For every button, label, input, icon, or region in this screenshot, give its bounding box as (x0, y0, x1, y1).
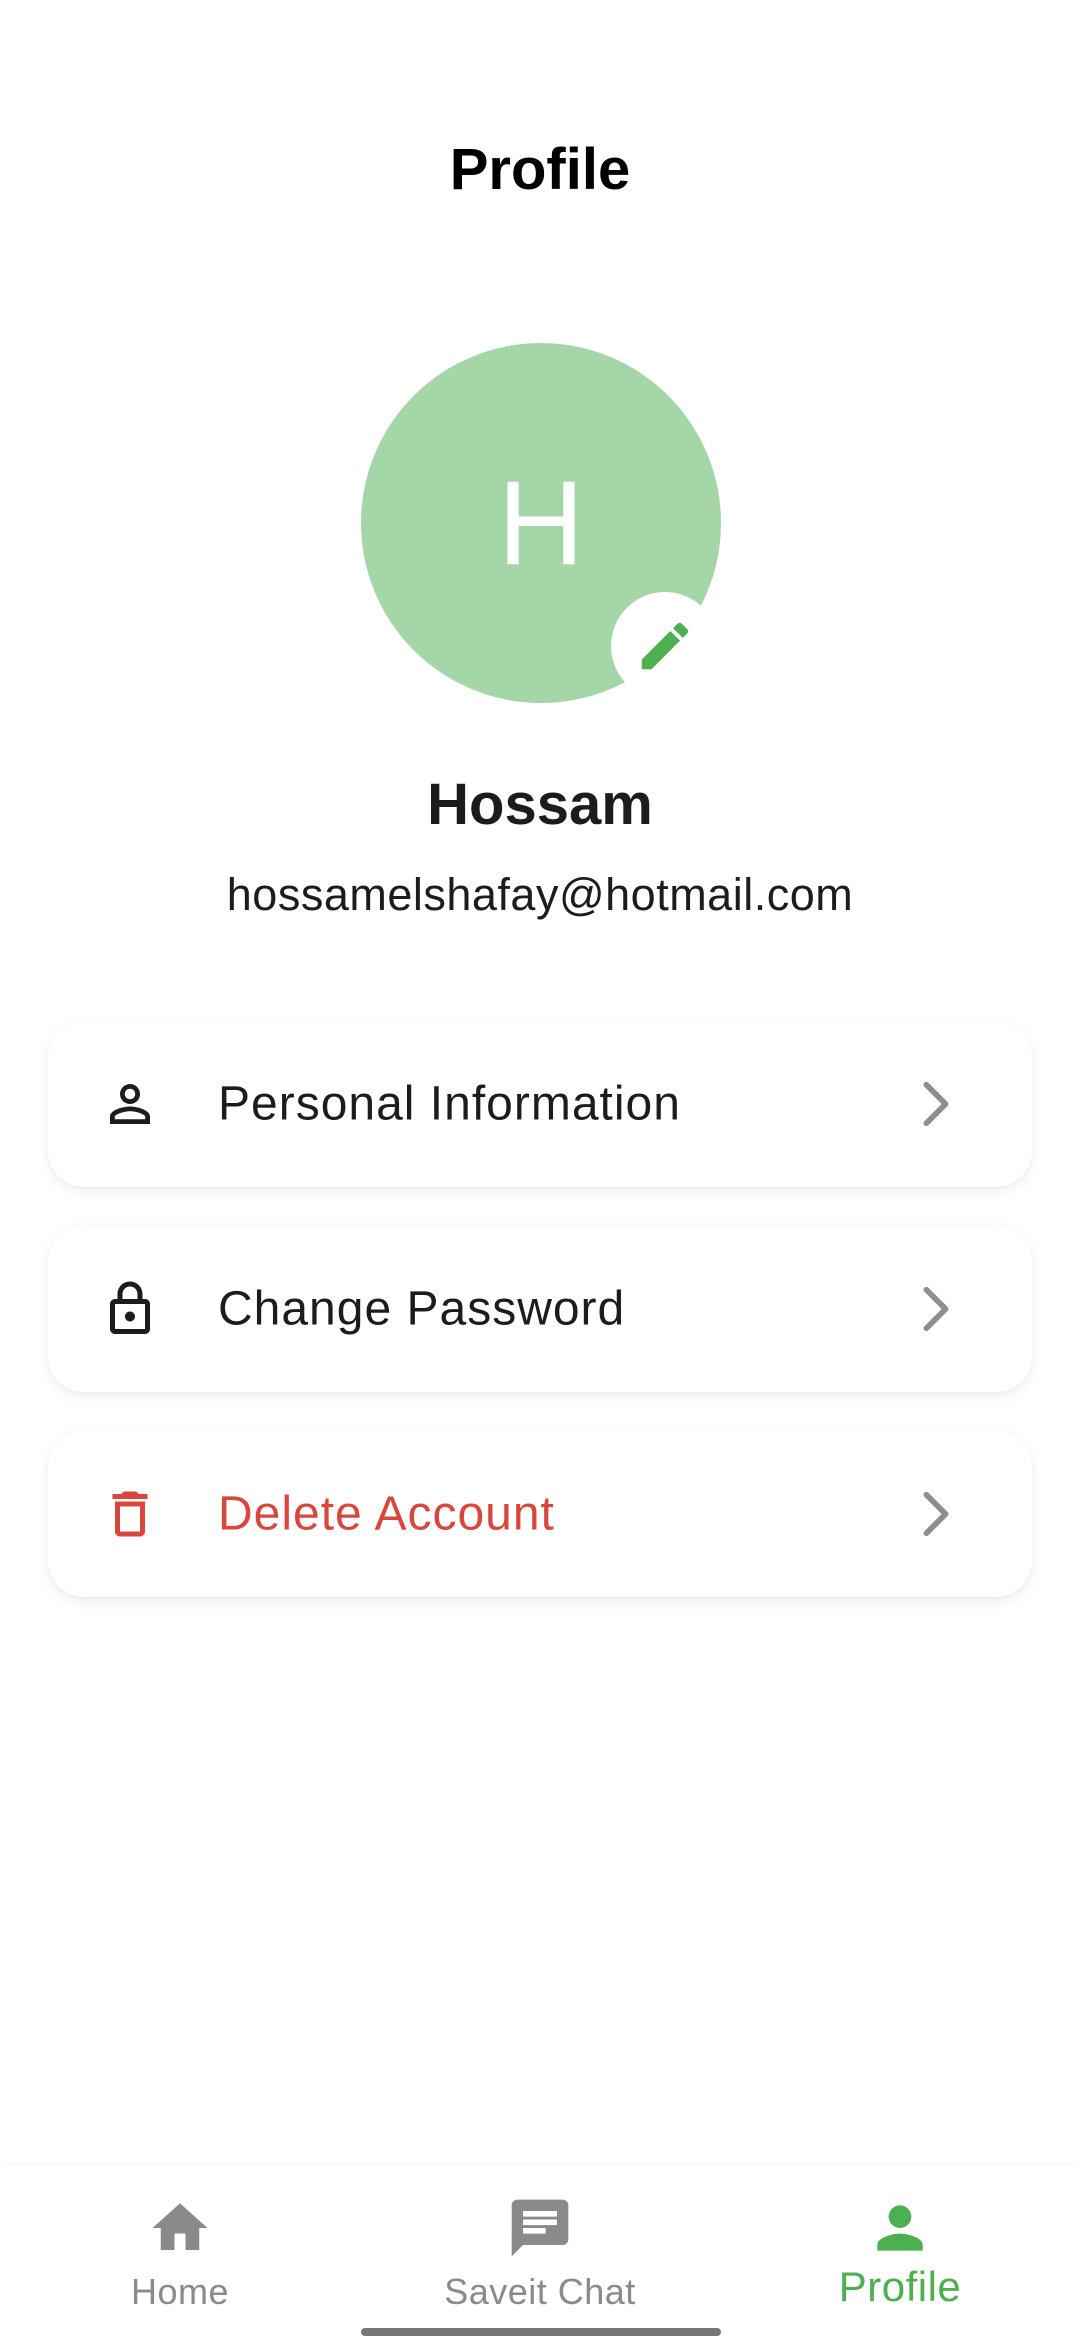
change-password-item[interactable]: Change Password (48, 1226, 1032, 1392)
nav-label-profile: Profile (838, 2263, 962, 2310)
bottom-navigation: Home Saveit Chat Profile (0, 2165, 1080, 2340)
nav-label-home: Home (130, 2271, 230, 2312)
nav-label-saveit-chat: Saveit Chat (444, 2271, 636, 2312)
person-icon (720, 2193, 1080, 2263)
user-email: hossamelshafay@hotmail.com (226, 869, 854, 920)
pencil-icon (641, 622, 689, 670)
chevron-right-icon (916, 1489, 956, 1539)
home-indicator[interactable] (361, 2328, 721, 2336)
change-password-label: Change Password (218, 1282, 626, 1336)
home-icon (0, 2193, 360, 2263)
personal-information-label: Personal Information (218, 1077, 681, 1131)
nav-item-saveit-chat[interactable]: Saveit Chat (360, 2165, 720, 2340)
chevron-right-icon (916, 1079, 956, 1129)
person-icon (100, 1074, 160, 1134)
nav-item-profile[interactable]: Profile (720, 2165, 1080, 2340)
lock-icon (100, 1279, 160, 1339)
chat-icon (360, 2193, 720, 2263)
delete-account-label: Delete Account (218, 1487, 555, 1541)
delete-account-item[interactable]: Delete Account (48, 1431, 1032, 1597)
page-title: Profile (449, 137, 631, 202)
personal-information-item[interactable]: Personal Information (48, 1021, 1032, 1187)
chevron-right-icon (916, 1284, 956, 1334)
nav-item-home[interactable]: Home (0, 2165, 360, 2340)
edit-avatar-button[interactable] (611, 592, 719, 700)
trash-icon (100, 1484, 160, 1544)
user-name: Hossam (427, 772, 653, 837)
